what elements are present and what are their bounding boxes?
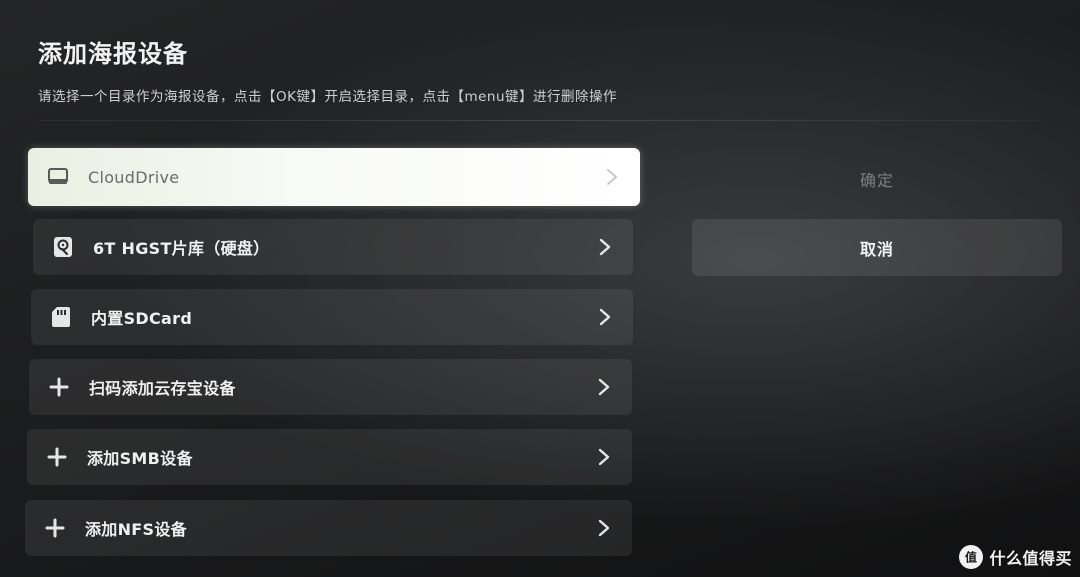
drive-icon [46, 165, 70, 189]
list-item-scan-add-device[interactable]: 扫码添加云存宝设备 [29, 359, 632, 415]
hard-disk-icon [51, 235, 75, 259]
smzdm-logo-icon: 值 [959, 545, 984, 569]
chevron-right-icon [594, 447, 614, 467]
list-item-label: 添加SMB设备 [87, 449, 193, 468]
plus-icon [47, 375, 71, 399]
chevron-right-icon [595, 237, 615, 257]
confirm-button[interactable]: 确定 [692, 150, 1062, 207]
list-item-hgst-disk[interactable]: 6T HGST片库（硬盘） [33, 219, 633, 275]
chevron-right-icon [594, 518, 614, 538]
plus-icon [43, 516, 67, 540]
list-item-label: 扫码添加云存宝设备 [89, 379, 236, 398]
chevron-right-icon [602, 167, 622, 187]
list-item-clouddrive[interactable]: CloudDrive [28, 148, 640, 206]
list-item-add-nfs[interactable]: 添加NFS设备 [25, 500, 632, 556]
page-title: 添加海报设备 [38, 40, 188, 68]
plus-icon [45, 445, 69, 469]
page-subtitle: 请选择一个目录作为海报设备，点击【OK键】开启选择目录，点击【menu键】进行删… [38, 89, 618, 105]
list-item-label: 添加NFS设备 [85, 520, 187, 539]
list-item-sdcard[interactable]: 内置SDCard [31, 289, 633, 345]
header-divider [38, 120, 1042, 121]
svg-text:值: 值 [965, 550, 977, 565]
sd-card-icon [49, 305, 73, 329]
list-item-label: 内置SDCard [91, 309, 193, 328]
list-item-label: CloudDrive [88, 167, 180, 187]
list-item-add-smb[interactable]: 添加SMB设备 [27, 429, 632, 485]
cancel-button[interactable]: 取消 [692, 219, 1062, 276]
chevron-right-icon [594, 377, 614, 397]
list-item-label: 6T HGST片库（硬盘） [93, 239, 270, 258]
watermark: 值 什么值得买 [959, 545, 1072, 569]
header: 添加海报设备 请选择一个目录作为海报设备，点击【OK键】开启选择目录，点击【me… [38, 34, 1048, 105]
watermark-text: 什么值得买 [989, 549, 1072, 568]
chevron-right-icon [595, 307, 615, 327]
